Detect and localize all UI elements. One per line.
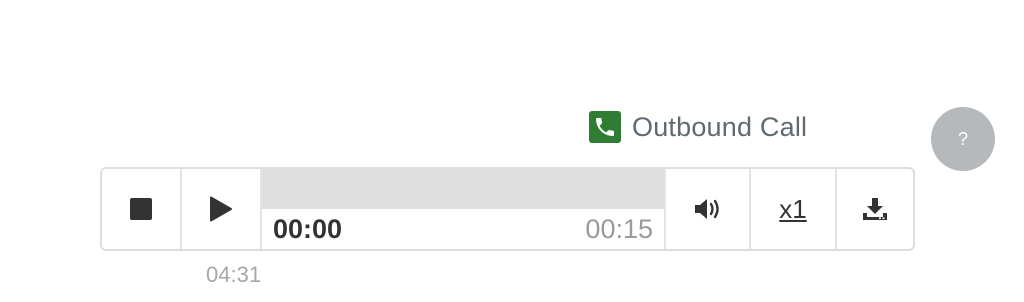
stop-icon [130, 198, 152, 220]
call-type-label: Outbound Call [632, 111, 808, 142]
timestamp: 04:31 [206, 262, 262, 287]
download-button[interactable] [837, 169, 913, 249]
speed-label: x1 [779, 193, 807, 224]
download-icon [863, 198, 887, 220]
phone-icon [589, 111, 621, 143]
audio-player: 00:00 00:15 x1 [100, 167, 915, 251]
stop-button[interactable] [102, 169, 182, 249]
time-row: 00:00 00:15 [262, 209, 664, 249]
play-icon [210, 196, 232, 222]
total-time: 00:15 [585, 213, 653, 244]
progress-area: 00:00 00:15 [262, 169, 666, 249]
play-button[interactable] [182, 169, 262, 249]
speed-button[interactable]: x1 [751, 169, 837, 249]
current-time: 00:00 [273, 213, 343, 244]
volume-icon [694, 199, 719, 219]
progress-bar[interactable] [262, 169, 664, 209]
call-type: Outbound Call [589, 111, 807, 143]
volume-button[interactable] [666, 169, 751, 249]
help-button[interactable]: ? [931, 107, 995, 171]
